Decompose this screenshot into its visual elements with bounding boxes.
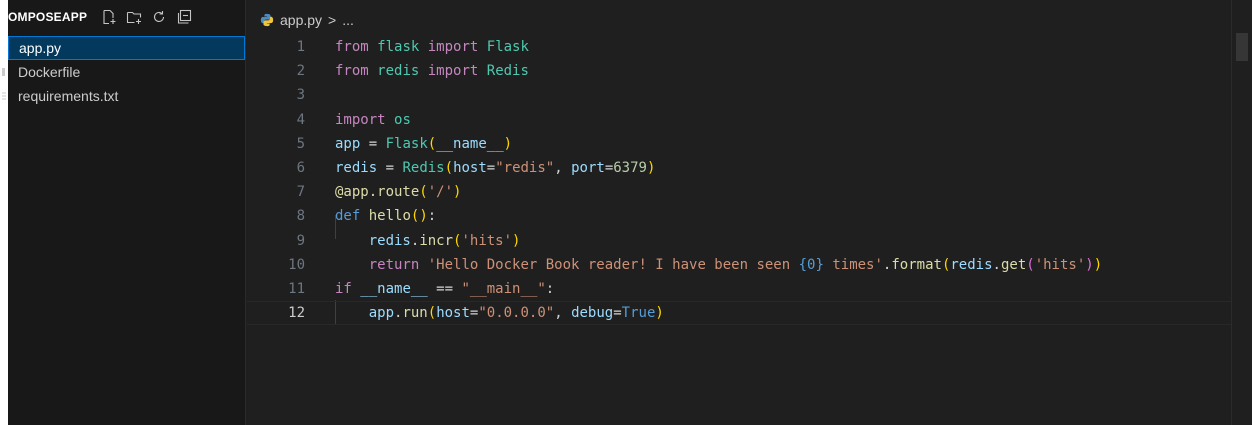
breadcrumb: app.py > ... [260,10,354,30]
minimap-slider[interactable] [1236,33,1248,61]
collapse-all-icon[interactable] [176,9,192,25]
refresh-icon[interactable] [151,9,167,25]
file-list: app.py Dockerfile requirements.txt [2,36,245,108]
file-item-requirements-txt[interactable]: requirements.txt [2,84,245,108]
new-folder-icon[interactable] [126,9,142,25]
line-number: 9 [296,232,305,249]
line-number: 7 [296,184,305,201]
line-number: 4 [296,111,305,128]
code-area[interactable]: 1 from flask import Flask 2 from redis i… [247,35,1232,326]
file-item-dockerfile[interactable]: Dockerfile [2,60,245,84]
explorer-header: OMPOSEAPP [8,0,245,34]
code-text: if __name__ == "__main__": [335,280,555,297]
code-line: 2 from redis import Redis [247,59,1232,83]
code-line: 11 if __name__ == "__main__": [247,277,1232,301]
code-line: 1 from flask import Flask [247,35,1232,59]
docker-file-icon [2,68,5,76]
line-number: 5 [296,135,305,152]
code-line: 7 @app.route('/') [247,180,1232,204]
code-line: 8 def hello(): [247,204,1232,228]
code-line: 3 [247,83,1232,107]
minimap[interactable] [1231,0,1252,425]
line-number: 11 [288,280,305,297]
code-text: redis = Redis(host="redis", port=6379) [335,160,656,177]
explorer-sidebar: OMPOSEAPP app.py Dockerfile requirements… [0,0,246,425]
explorer-actions [101,9,192,25]
code-text: app = Flask(__name__) [335,135,513,152]
new-file-icon[interactable] [101,9,117,25]
line-number: 2 [296,63,305,80]
code-text: from flask import Flask [335,39,529,56]
code-text: @app.route('/') [335,184,462,201]
code-editor[interactable]: app.py > ... 1 from flask import Flask 2… [247,0,1252,425]
breadcrumb-file[interactable]: app.py [280,12,322,28]
code-text: import os [335,111,411,128]
code-line: 6 redis = Redis(host="redis", port=6379) [247,156,1232,180]
code-text: redis.incr('hits') [368,232,521,249]
file-item-app-py[interactable]: app.py [8,36,245,60]
code-line: 9 redis.incr('hits') [247,229,1232,253]
code-line-current: 12 app.run(host="0.0.0.0", debug=True) [247,301,1232,326]
code-line: 4 import os [247,108,1232,132]
line-number: 6 [296,160,305,177]
text-file-icon [2,92,6,100]
line-number: 8 [296,208,305,225]
code-text: from redis import Redis [335,63,529,80]
line-number: 1 [296,39,305,56]
python-file-icon [3,41,9,57]
file-item-label: Dockerfile [18,64,81,80]
code-line: 5 app = Flask(__name__) [247,132,1232,156]
code-text: def hello(): [335,208,437,225]
line-number: 10 [288,256,305,273]
python-icon [260,13,274,27]
code-line: 10 return 'Hello Docker Book reader! I h… [247,253,1232,277]
code-text: app.run(host="0.0.0.0", debug=True) [368,305,664,322]
file-item-label: app.py [19,40,62,56]
breadcrumb-more[interactable]: ... [342,12,354,28]
line-number: 3 [296,87,305,104]
explorer-title[interactable]: OMPOSEAPP [8,10,87,24]
file-item-label: requirements.txt [18,88,119,104]
line-number: 12 [288,305,305,322]
breadcrumb-separator: > [328,12,337,28]
code-text: return 'Hello Docker Book reader! I have… [368,256,1103,273]
